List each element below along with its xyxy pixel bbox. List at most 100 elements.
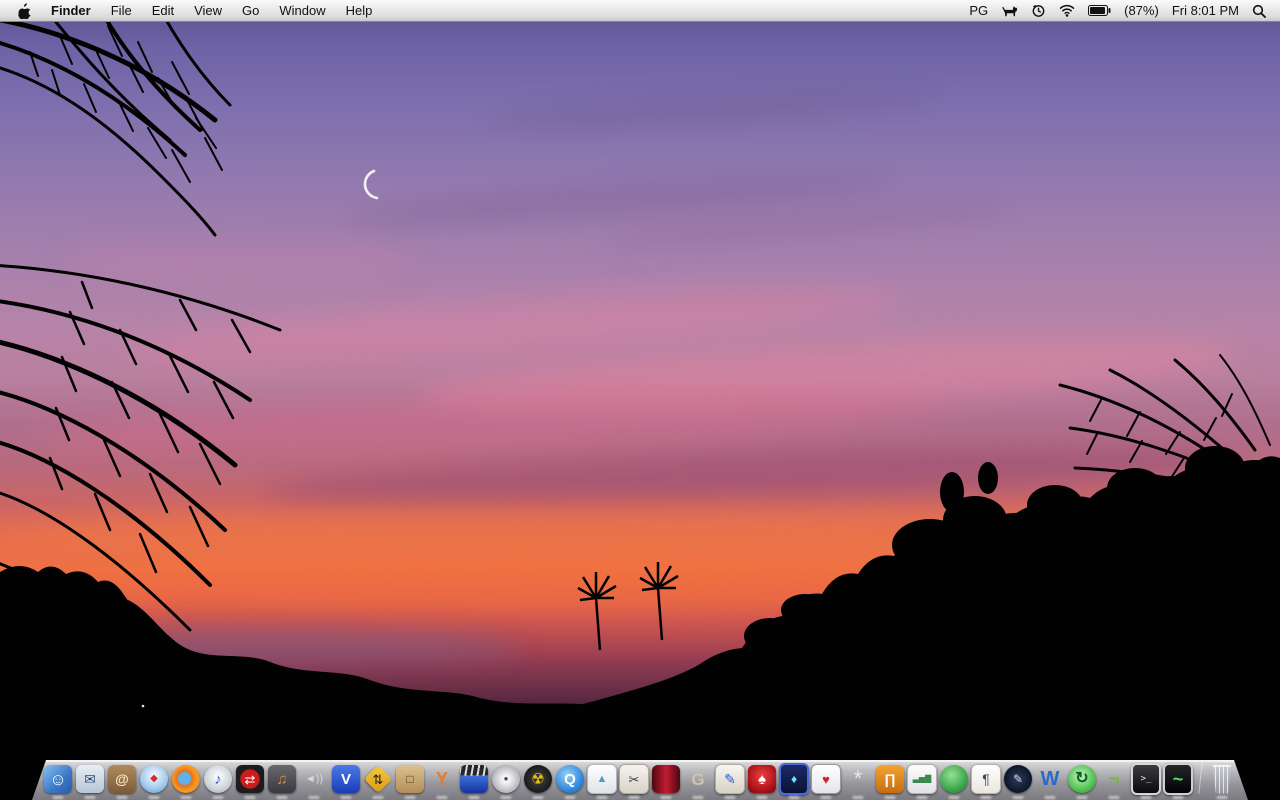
trash-dock-icon[interactable] <box>1207 764 1237 794</box>
video-clip-app-tile <box>460 765 488 793</box>
menu-items: Finder File Edit View Go Window Help <box>41 3 382 18</box>
pen-journal-app-glyph: ✎ <box>1012 772 1024 786</box>
safari-glyph: ◆ <box>150 773 158 784</box>
finder-dock-icon[interactable]: ☺ <box>43 764 73 794</box>
blue-flame-app-dock-icon[interactable]: ♦ <box>779 763 809 795</box>
menu-clock[interactable]: Fri 8:01 PM <box>1172 3 1239 18</box>
raygun-app-glyph: ¬ <box>1108 768 1120 790</box>
two-way-sign-app-glyph: ⇅ <box>372 771 384 787</box>
finder-glyph: ☺ <box>49 769 67 789</box>
theater-app-dock-icon[interactable] <box>651 764 681 794</box>
magic-hat-app-glyph: * <box>853 766 863 791</box>
door-app-dock-icon[interactable]: □ <box>395 764 425 794</box>
battery-icon[interactable] <box>1088 5 1111 16</box>
spotlight-icon[interactable] <box>1252 4 1266 18</box>
menu-finder[interactable]: Finder <box>41 3 101 18</box>
itunes-dock-icon[interactable]: ♪ <box>203 764 233 794</box>
pages-dock-icon[interactable]: ¶ <box>971 764 1001 794</box>
activity-monitor-glyph: ~ <box>1172 769 1184 789</box>
trash-tile <box>1212 764 1232 794</box>
raygun-app-dock-icon[interactable]: ¬ <box>1099 764 1129 794</box>
handbrake-tile: Y <box>428 765 456 793</box>
time-machine-icon[interactable] <box>1031 3 1046 18</box>
terminal-dock-icon[interactable]: >_ <box>1131 763 1161 795</box>
blue-flame-app-glyph: ♦ <box>790 772 798 786</box>
sunset-glow <box>1042 498 1102 574</box>
mail-dock-icon[interactable]: ✉ <box>75 764 105 794</box>
pages-glyph: ¶ <box>982 771 990 787</box>
gimp-glyph: G <box>691 769 705 789</box>
dog-icon[interactable] <box>1001 4 1018 17</box>
iphoto-dock-icon[interactable]: ▲ <box>587 764 617 794</box>
pen-journal-app-tile: ✎ <box>1004 765 1032 793</box>
quicktime-tile: Q <box>556 765 584 793</box>
paintbrush-app-dock-icon[interactable]: ✎ <box>715 764 745 794</box>
user-initials-menu[interactable]: PG <box>969 3 988 18</box>
microsoft-word-tile: W <box>1036 765 1064 793</box>
burn-dock-icon[interactable]: ☢ <box>523 764 553 794</box>
handbrake-glyph: Y <box>435 769 448 789</box>
chart-app-dock-icon[interactable]: ▃▅▇ <box>907 764 937 794</box>
safari-tile: ◆ <box>140 765 168 793</box>
raygun-app-tile: ¬ <box>1100 765 1128 793</box>
theater-app-tile <box>652 765 680 793</box>
pen-journal-app-dock-icon[interactable]: ✎ <box>1003 764 1033 794</box>
terminal-tile: >_ <box>1131 763 1161 795</box>
card-game-app-tile: ♥ <box>811 764 841 794</box>
paintbrush-app-glyph: ✎ <box>724 771 736 787</box>
door-app-tile: □ <box>396 765 424 793</box>
door-app-glyph: □ <box>406 772 414 786</box>
pages-tile: ¶ <box>971 764 1001 794</box>
menu-window[interactable]: Window <box>269 3 335 18</box>
two-way-sign-app-dock-icon[interactable]: ⇅ <box>363 764 393 794</box>
photo-editor-app-dock-icon[interactable]: ✂ <box>619 764 649 794</box>
sync-app-dock-icon[interactable]: ↻ <box>1067 764 1097 794</box>
magic-hat-app-dock-icon[interactable]: * <box>843 764 873 794</box>
neooffice-dock-icon[interactable] <box>939 764 969 794</box>
menu-file[interactable]: File <box>101 3 142 18</box>
keynote-glyph: ∏ <box>884 771 896 787</box>
vuze-tile: V <box>332 765 360 793</box>
video-clip-app-dock-icon[interactable] <box>459 764 489 794</box>
burn-glyph: ☢ <box>531 770 545 788</box>
paintbrush-app-tile: ✎ <box>715 764 745 794</box>
photo-editor-app-glyph: ✂ <box>628 771 640 787</box>
disc-ripper-app-dock-icon[interactable]: ● <box>491 764 521 794</box>
finder-tile: ☺ <box>44 765 72 793</box>
audio-speaker-app-glyph: ◄)) <box>304 772 324 785</box>
menu-view[interactable]: View <box>184 3 232 18</box>
gimp-dock-icon[interactable]: G <box>683 764 713 794</box>
vuze-dock-icon[interactable]: V <box>331 764 361 794</box>
firefox-dock-icon[interactable] <box>171 764 201 794</box>
wifi-icon[interactable] <box>1059 4 1075 17</box>
apple-menu[interactable] <box>18 2 31 19</box>
chart-app-glyph: ▃▅▇ <box>912 774 932 783</box>
pokerstars-glyph: ♠ <box>758 770 766 788</box>
vuze-glyph: V <box>340 770 351 788</box>
menu-left: Finder File Edit View Go Window Help <box>0 2 382 19</box>
microsoft-word-dock-icon[interactable]: W <box>1035 764 1065 794</box>
dock-divider <box>1195 760 1205 794</box>
iphoto-tile: ▲ <box>587 764 617 794</box>
blue-flame-app-tile: ♦ <box>779 763 809 795</box>
disc-ripper-app-glyph: ● <box>503 774 509 783</box>
microsoft-word-glyph: W <box>1040 768 1060 790</box>
card-game-app-dock-icon[interactable]: ♥ <box>811 764 841 794</box>
garageband-dock-icon[interactable]: ♫ <box>267 764 297 794</box>
menu-edit[interactable]: Edit <box>142 3 184 18</box>
desktop: FinderFileEditViewGoWindowHelp PG <box>0 0 1280 800</box>
activity-monitor-dock-icon[interactable]: ~ <box>1163 763 1193 795</box>
quicktime-dock-icon[interactable]: Q <box>555 764 585 794</box>
disc-ripper-app-tile: ● <box>492 765 520 793</box>
pokerstars-dock-icon[interactable]: ♠ <box>747 764 777 794</box>
crossed-arrows-app-dock-icon[interactable]: ⇄ <box>235 764 265 794</box>
dock-items: ☺ ✉ @ ◆ ♪ ⇄ ♫ ◄)) V ⇅ □ Y ● ☢ Q ▲ ✂ G ✎ ♠ ♦ ♥ * ∏ ▃▅▇ ¶ ✎ W ↻ ¬ >_ ~ <box>43 760 1237 795</box>
menu-go[interactable]: Go <box>232 3 269 18</box>
audio-speaker-app-dock-icon[interactable]: ◄)) <box>299 764 329 794</box>
safari-dock-icon[interactable]: ◆ <box>139 764 169 794</box>
keynote-dock-icon[interactable]: ∏ <box>875 764 905 794</box>
handbrake-dock-icon[interactable]: Y <box>427 764 457 794</box>
wallpaper-sky <box>0 0 1280 800</box>
address-book-dock-icon[interactable]: @ <box>107 764 137 794</box>
menu-help[interactable]: Help <box>336 3 383 18</box>
